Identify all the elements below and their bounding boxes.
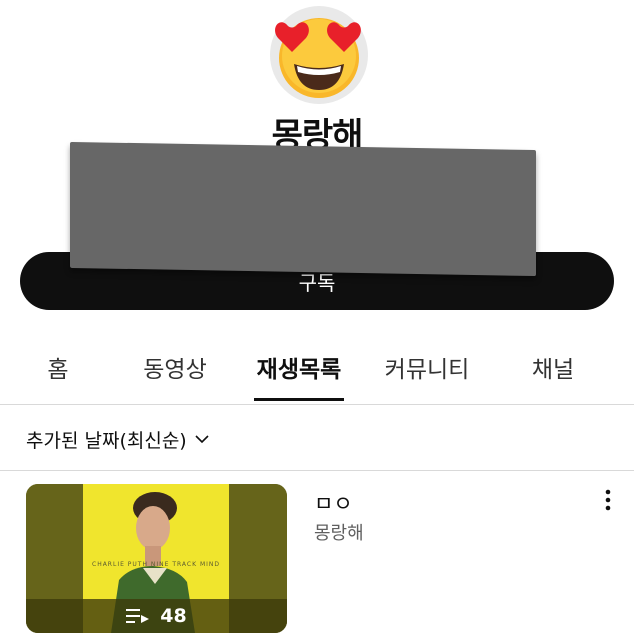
playlist-owner[interactable]: 몽랑해 [314, 519, 364, 545]
channel-avatar[interactable] [270, 6, 368, 104]
sort-dropdown[interactable]: 추가된 날짜(최신순) [26, 424, 209, 454]
playlist-thumbnail[interactable]: CHARLIE PUTH NINE TRACK MIND 48 [26, 484, 287, 633]
active-tab-indicator [254, 398, 344, 401]
tab-videos[interactable]: 동영상 [126, 340, 224, 404]
chevron-down-icon [195, 435, 209, 444]
tab-community[interactable]: 커뮤니티 [370, 340, 484, 404]
video-count: 48 [160, 605, 187, 627]
playlist-play-icon [126, 609, 150, 623]
more-options-button[interactable] [598, 488, 618, 514]
tab-playlists[interactable]: 재생목록 [248, 340, 350, 404]
sort-divider [0, 470, 634, 471]
heart-eyes-emoji-icon [270, 6, 368, 104]
more-vert-icon [605, 489, 611, 511]
video-count-overlay: 48 [26, 599, 287, 633]
redaction-block [70, 141, 536, 277]
tabs-divider [0, 404, 634, 405]
sort-label: 추가된 날짜(최신순) [26, 429, 187, 452]
tab-home[interactable]: 홈 [10, 340, 106, 404]
playlist-title[interactable]: ㅁㅇ [314, 488, 353, 518]
channel-tabs: 홈 동영상 재생목록 커뮤니티 채널 [0, 340, 634, 404]
tab-channel[interactable]: 채널 [506, 340, 600, 404]
album-title-text: CHARLIE PUTH NINE TRACK MIND [92, 561, 220, 568]
